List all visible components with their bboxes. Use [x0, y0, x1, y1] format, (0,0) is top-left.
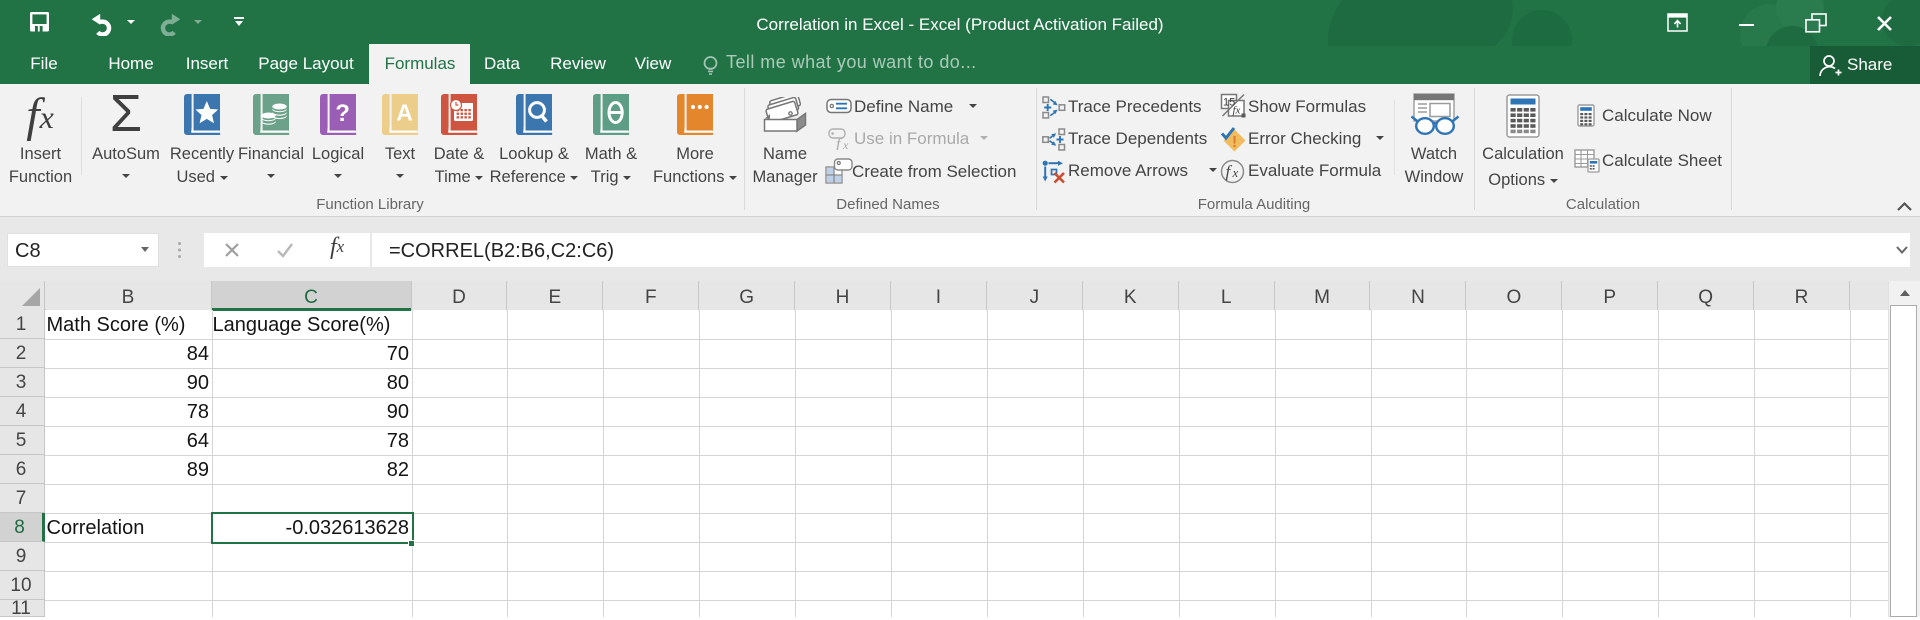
svg-text:x: x [842, 138, 849, 150]
svg-text:!: ! [1232, 134, 1237, 151]
svg-text:f: f [1226, 162, 1233, 181]
svg-text:?: ? [335, 100, 350, 127]
svg-text:fx: fx [1233, 105, 1241, 117]
svg-text:x: x [1232, 165, 1239, 180]
svg-text:A: A [396, 100, 413, 126]
